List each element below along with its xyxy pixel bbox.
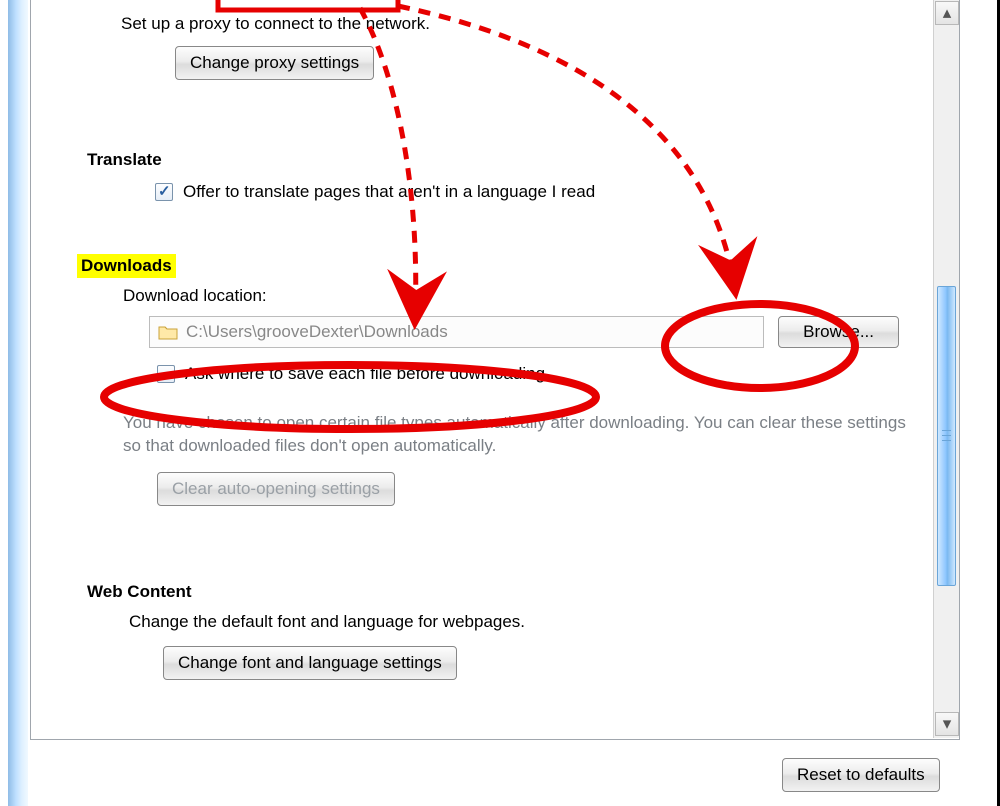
translate-offer-checkbox[interactable] xyxy=(155,183,173,201)
web-content-description: Change the default font and language for… xyxy=(129,612,903,632)
clear-auto-opening-button[interactable]: Clear auto-opening settings xyxy=(157,472,395,506)
auto-open-help-text: You have chosen to open certain file typ… xyxy=(123,412,913,458)
reset-to-defaults-button[interactable]: Reset to defaults xyxy=(782,758,940,792)
scrollbar-track[interactable] xyxy=(935,26,958,712)
translate-offer-label: Offer to translate pages that aren't in … xyxy=(183,182,595,202)
browse-button[interactable]: Browse... xyxy=(778,316,899,348)
download-location-row: C:\Users\grooveDexter\Downloads Browse..… xyxy=(149,316,899,348)
change-font-language-button[interactable]: Change font and language settings xyxy=(163,646,457,680)
ask-before-download-row[interactable]: Ask where to save each file before downl… xyxy=(157,364,915,384)
translate-section: Translate Offer to translate pages that … xyxy=(83,148,903,202)
download-location-value: C:\Users\grooveDexter\Downloads xyxy=(186,322,448,342)
download-location-label: Download location: xyxy=(123,286,915,306)
folder-icon xyxy=(158,324,178,340)
scrollbar-down-arrow[interactable]: ▾ xyxy=(935,712,959,736)
web-content-title: Web Content xyxy=(83,580,196,604)
ask-before-download-checkbox[interactable] xyxy=(157,365,175,383)
scrollbar-up-arrow[interactable]: ▴ xyxy=(935,1,959,25)
vertical-scrollbar[interactable]: ▴ ▾ xyxy=(933,0,959,738)
settings-content: Set up a proxy to connect to the network… xyxy=(31,0,929,740)
settings-panel: Set up a proxy to connect to the network… xyxy=(30,0,960,740)
downloads-section: Downloads Download location: C:\Users\gr… xyxy=(77,254,915,506)
translate-offer-row[interactable]: Offer to translate pages that aren't in … xyxy=(155,182,903,202)
ask-before-download-label: Ask where to save each file before downl… xyxy=(185,364,545,384)
change-proxy-button[interactable]: Change proxy settings xyxy=(175,46,374,80)
downloads-title: Downloads xyxy=(77,254,176,278)
translate-title: Translate xyxy=(83,148,166,172)
window-frame: Set up a proxy to connect to the network… xyxy=(0,0,1000,806)
scrollbar-thumb[interactable] xyxy=(937,286,956,586)
download-location-path: C:\Users\grooveDexter\Downloads xyxy=(149,316,764,348)
network-description: Set up a proxy to connect to the network… xyxy=(121,14,903,34)
network-section: Set up a proxy to connect to the network… xyxy=(83,8,903,80)
web-content-section: Web Content Change the default font and … xyxy=(83,580,903,680)
window-left-edge xyxy=(8,0,28,806)
